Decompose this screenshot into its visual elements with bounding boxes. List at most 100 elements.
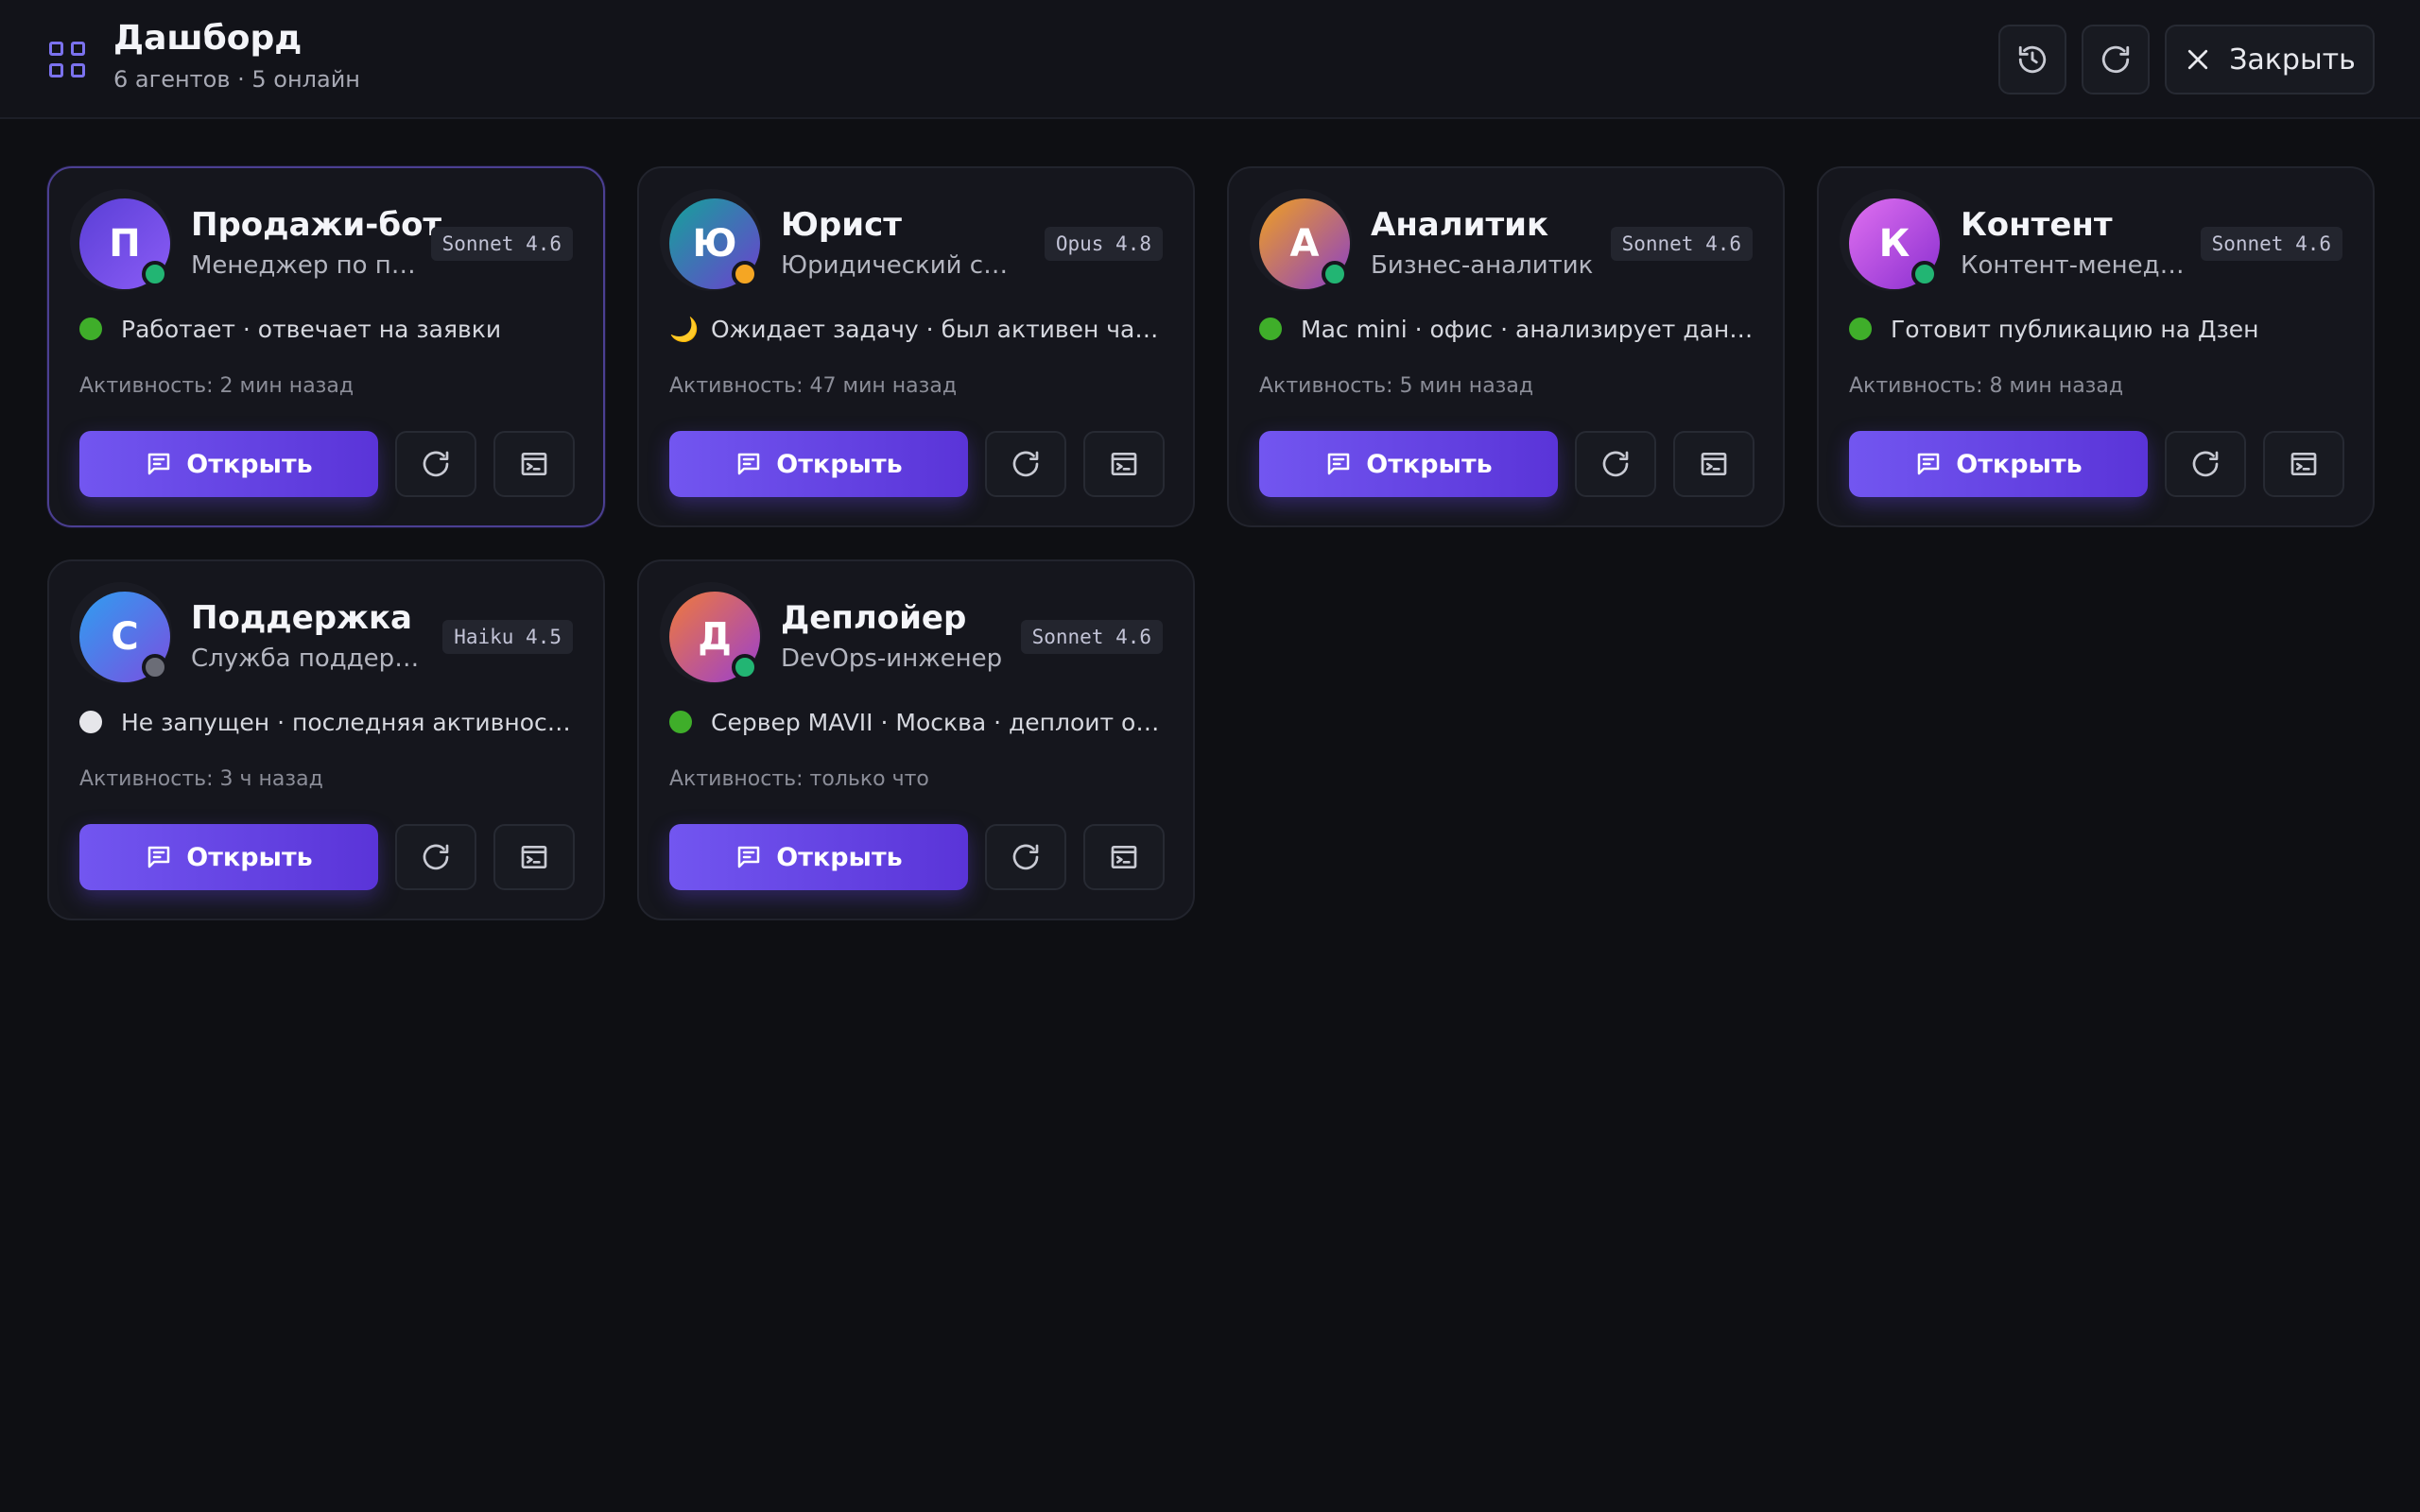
close-button[interactable]: Закрыть xyxy=(2165,25,2375,94)
chat-icon xyxy=(1918,453,1940,475)
restart-button[interactable] xyxy=(985,824,1066,890)
open-chat-button[interactable]: Открыть xyxy=(79,431,378,497)
model-badge: Sonnet 4.6 xyxy=(430,227,573,261)
restart-button[interactable] xyxy=(395,431,476,497)
open-chat-button[interactable]: Открыть xyxy=(669,431,968,497)
status-icon xyxy=(1849,316,1881,343)
terminal-button[interactable] xyxy=(1673,431,1754,497)
open-label: Открыть xyxy=(776,842,903,872)
open-label: Открыть xyxy=(776,449,903,479)
terminal-button[interactable] xyxy=(1083,431,1165,497)
status-icon xyxy=(1259,316,1291,343)
open-label: Открыть xyxy=(1956,449,2083,479)
history-button[interactable] xyxy=(1998,25,2066,94)
chat-icon xyxy=(738,453,760,475)
model-badge: Sonnet 4.6 xyxy=(1610,227,1753,261)
open-chat-button[interactable]: Открыть xyxy=(1259,431,1558,497)
restart-button[interactable] xyxy=(1575,431,1656,497)
last-activity: Активность: 8 мин назад xyxy=(1849,374,2124,398)
agent-status: 🌙 Ожидает задачу · был активен час назад xyxy=(669,316,1170,344)
terminal-button[interactable] xyxy=(2263,431,2344,497)
terminal-button[interactable] xyxy=(493,431,575,497)
terminal-icon xyxy=(521,453,547,475)
terminal-icon xyxy=(2290,453,2317,475)
open-label: Открыть xyxy=(186,842,313,872)
agents-summary: 6 агентов · 5 онлайн xyxy=(113,66,360,93)
terminal-icon xyxy=(1111,846,1137,868)
terminal-icon xyxy=(1111,453,1137,475)
agent-role: Служба поддержки xyxy=(191,644,427,673)
agent-role: DevOps-инженер xyxy=(781,644,1003,673)
agent-status: Готовит публикацию на Дзен xyxy=(1849,316,2350,343)
agent-status: Mac mini · офис · анализирует данные xyxy=(1259,316,1760,343)
last-activity: Активность: 3 ч назад xyxy=(79,767,323,791)
agent-role: Контент-менеджер xyxy=(1961,251,2197,280)
grid-icon xyxy=(49,42,85,77)
refresh-icon xyxy=(2192,451,2219,477)
agent-name: Поддержка xyxy=(191,599,412,637)
terminal-button[interactable] xyxy=(1083,824,1165,890)
restart-button[interactable] xyxy=(2165,431,2246,497)
last-activity: Активность: 2 мин назад xyxy=(79,374,354,398)
refresh-icon xyxy=(2101,45,2130,74)
chat-icon xyxy=(738,846,760,868)
agent-name: Аналитик xyxy=(1371,206,1549,244)
open-label: Открыть xyxy=(186,449,313,479)
model-badge: Haiku 4.5 xyxy=(442,620,573,654)
green-circle-icon xyxy=(669,711,692,733)
agent-card[interactable]: Д Деплойер DevOps-инженер Sonnet 4.6 Сер… xyxy=(637,559,1195,920)
status-icon xyxy=(79,316,112,343)
presence-indicator xyxy=(142,261,168,287)
refresh-icon xyxy=(1012,451,1039,477)
presence-indicator xyxy=(732,261,758,287)
agent-card[interactable]: А Аналитик Бизнес-аналитик Sonnet 4.6 Ma… xyxy=(1227,166,1785,527)
agent-card[interactable]: К Контент Контент-менеджер Sonnet 4.6 Го… xyxy=(1817,166,2375,527)
agent-name: Деплойер xyxy=(781,599,967,637)
chat-icon xyxy=(148,453,170,475)
agent-name: Юрист xyxy=(781,206,902,244)
refresh-icon xyxy=(423,451,449,477)
open-chat-button[interactable]: Открыть xyxy=(1849,431,2148,497)
status-text: Не запущен · последняя активность 3 ч на… xyxy=(121,709,580,736)
status-text: Ожидает задачу · был активен час назад xyxy=(711,316,1170,343)
chat-icon xyxy=(1328,453,1350,475)
green-circle-icon xyxy=(79,318,102,340)
terminal-icon xyxy=(521,846,547,868)
agent-status: Сервер MAVII · Москва · деплоит обновлен… xyxy=(669,709,1170,736)
last-activity: Активность: 5 мин назад xyxy=(1259,374,1534,398)
agent-card[interactable]: С Поддержка Служба поддержки Haiku 4.5 Н… xyxy=(47,559,605,920)
page-title: Дашборд xyxy=(113,19,302,58)
presence-indicator xyxy=(1911,261,1938,287)
agent-card[interactable]: Ю Юрист Юридический советник Opus 4.8 🌙О… xyxy=(637,166,1195,527)
presence-indicator xyxy=(142,654,168,680)
status-text: Mac mini · офис · анализирует данные xyxy=(1301,316,1760,343)
status-icon xyxy=(79,709,112,736)
status-text: Сервер MAVII · Москва · деплоит обновлен… xyxy=(711,709,1170,736)
presence-indicator xyxy=(732,654,758,680)
agent-role: Менеджер по продажам xyxy=(191,251,427,280)
open-label: Открыть xyxy=(1366,449,1493,479)
terminal-button[interactable] xyxy=(493,824,575,890)
white-circle-icon xyxy=(79,711,102,733)
restart-button[interactable] xyxy=(395,824,476,890)
last-activity: Активность: 47 мин назад xyxy=(669,374,958,398)
agent-name: Продажи-бот xyxy=(191,206,442,244)
presence-indicator xyxy=(1322,261,1348,287)
status-text: Готовит публикацию на Дзен xyxy=(1891,316,2259,343)
top-bar: Дашборд 6 агентов · 5 онлайн Закрыть xyxy=(0,0,2420,119)
model-badge: Sonnet 4.6 xyxy=(1020,620,1163,654)
moon-icon: 🌙 xyxy=(669,316,700,343)
green-circle-icon xyxy=(1259,318,1282,340)
restart-button[interactable] xyxy=(985,431,1066,497)
refresh-icon xyxy=(423,844,449,870)
refresh-button[interactable] xyxy=(2082,25,2150,94)
refresh-icon xyxy=(1012,844,1039,870)
agent-card[interactable]: П Продажи-бот Менеджер по продажам Sonne… xyxy=(47,166,605,527)
status-text: Работает · отвечает на заявки xyxy=(121,316,502,343)
model-badge: Sonnet 4.6 xyxy=(2200,227,2342,261)
green-circle-icon xyxy=(1849,318,1872,340)
agent-status: Работает · отвечает на заявки xyxy=(79,316,580,343)
open-chat-button[interactable]: Открыть xyxy=(79,824,378,890)
model-badge: Opus 4.8 xyxy=(1044,227,1163,261)
open-chat-button[interactable]: Открыть xyxy=(669,824,968,890)
